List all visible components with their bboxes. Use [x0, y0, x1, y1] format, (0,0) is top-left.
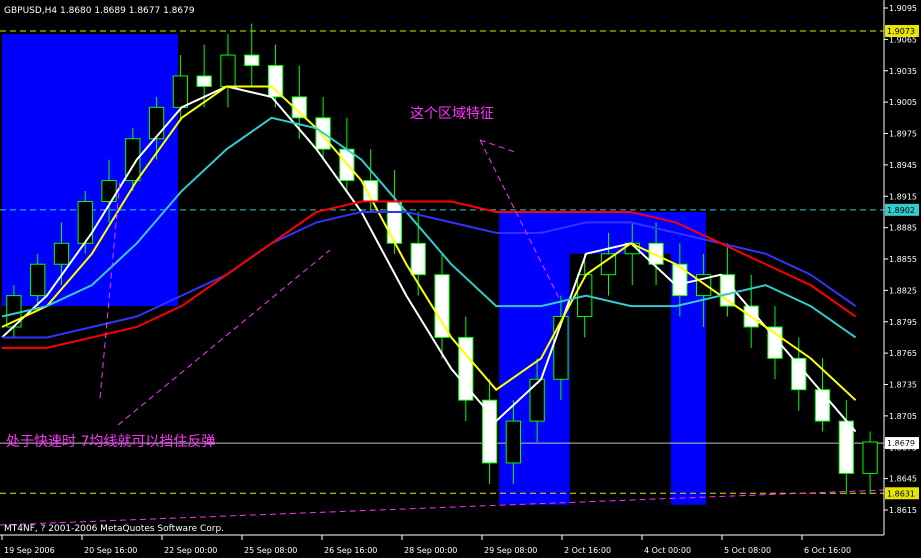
hline-price-label-1: 1.8902 — [887, 206, 915, 215]
candle-body-25 — [600, 253, 617, 276]
price-tick-label-2: 1.9035 — [889, 67, 917, 76]
candle-body-2 — [53, 242, 70, 265]
price-chart: 1.90731.89021.86791.8631 1.90951.90651.9… — [0, 0, 921, 558]
candle-body-20 — [481, 399, 498, 464]
time-tick-label-3: 25 Sep 08:00 — [244, 546, 297, 555]
price-tick-label-15: 1.8645 — [889, 475, 917, 484]
time-tick-label-9: 5 Oct 08:00 — [724, 546, 771, 555]
time-tick-label-7: 2 Oct 16:00 — [564, 546, 611, 555]
candle-body-3 — [77, 200, 93, 244]
price-tick-label-0: 1.9095 — [889, 4, 917, 13]
time-tick-label-0: 19 Sep 2006 — [4, 546, 55, 555]
time-tick-label-5: 28 Sep 00:00 — [404, 546, 457, 555]
footer-text: MT4NF, ? 2001-2006 MetaQuotes Software C… — [4, 524, 224, 534]
candle-body-18 — [434, 274, 450, 338]
time-tick-label-8: 4 Oct 00:00 — [644, 546, 691, 555]
candle-body-8 — [196, 75, 212, 87]
candle-body-1 — [30, 263, 46, 297]
price-tick-label-7: 1.8885 — [889, 224, 917, 233]
price-tick-label-12: 1.8735 — [889, 381, 917, 390]
annotation-bottom: 处于快速时 7均线就可以挡住反弹 — [6, 434, 215, 450]
candle-body-10 — [244, 54, 260, 67]
candle-body-33 — [791, 357, 807, 391]
time-tick-label-6: 29 Sep 08:00 — [484, 546, 537, 555]
candle-body-22 — [529, 378, 545, 422]
hline-price-label-3: 1.8631 — [887, 489, 915, 498]
price-tick-label-10: 1.8795 — [889, 318, 917, 327]
price-tick-label-5: 1.8945 — [889, 161, 917, 170]
candle-body-28 — [672, 263, 688, 297]
price-tick-label-1: 1.9065 — [889, 35, 917, 44]
annotation-top: 这个区域特征 — [410, 105, 494, 122]
candle-body-11 — [267, 65, 284, 98]
candle-body-17 — [410, 242, 426, 276]
highlight-box-0 — [2, 34, 178, 307]
price-tick-label-14: 1.8675 — [889, 443, 917, 452]
candle-body-9 — [220, 54, 236, 87]
time-tick-label-2: 22 Sep 00:00 — [164, 546, 217, 555]
price-tick-label-16: 1.8615 — [889, 506, 917, 515]
price-tick-label-9: 1.8825 — [889, 286, 917, 295]
candle-body-36 — [862, 441, 878, 474]
price-tick-label-13: 1.8705 — [889, 412, 917, 421]
price-tick-label-8: 1.8855 — [889, 255, 917, 264]
symbol-line: GBPUSD,H4 1.8680 1.8689 1.8677 1.8679 — [4, 6, 195, 16]
time-tick-label-1: 20 Sep 16:00 — [84, 546, 137, 555]
candle-body-7 — [172, 75, 189, 108]
price-tick-label-6: 1.8915 — [889, 192, 917, 201]
time-tick-label-10: 6 Oct 16:00 — [804, 546, 851, 555]
candle-body-35 — [838, 420, 854, 474]
price-tick-label-11: 1.8765 — [889, 349, 917, 358]
time-tick-label-4: 26 Sep 16:00 — [324, 546, 377, 555]
price-tick-label-4: 1.8975 — [889, 130, 917, 139]
candle-body-16 — [386, 200, 403, 244]
candle-body-21 — [505, 420, 521, 464]
candle-body-6 — [148, 106, 165, 140]
price-tick-label-3: 1.9005 — [889, 98, 917, 107]
